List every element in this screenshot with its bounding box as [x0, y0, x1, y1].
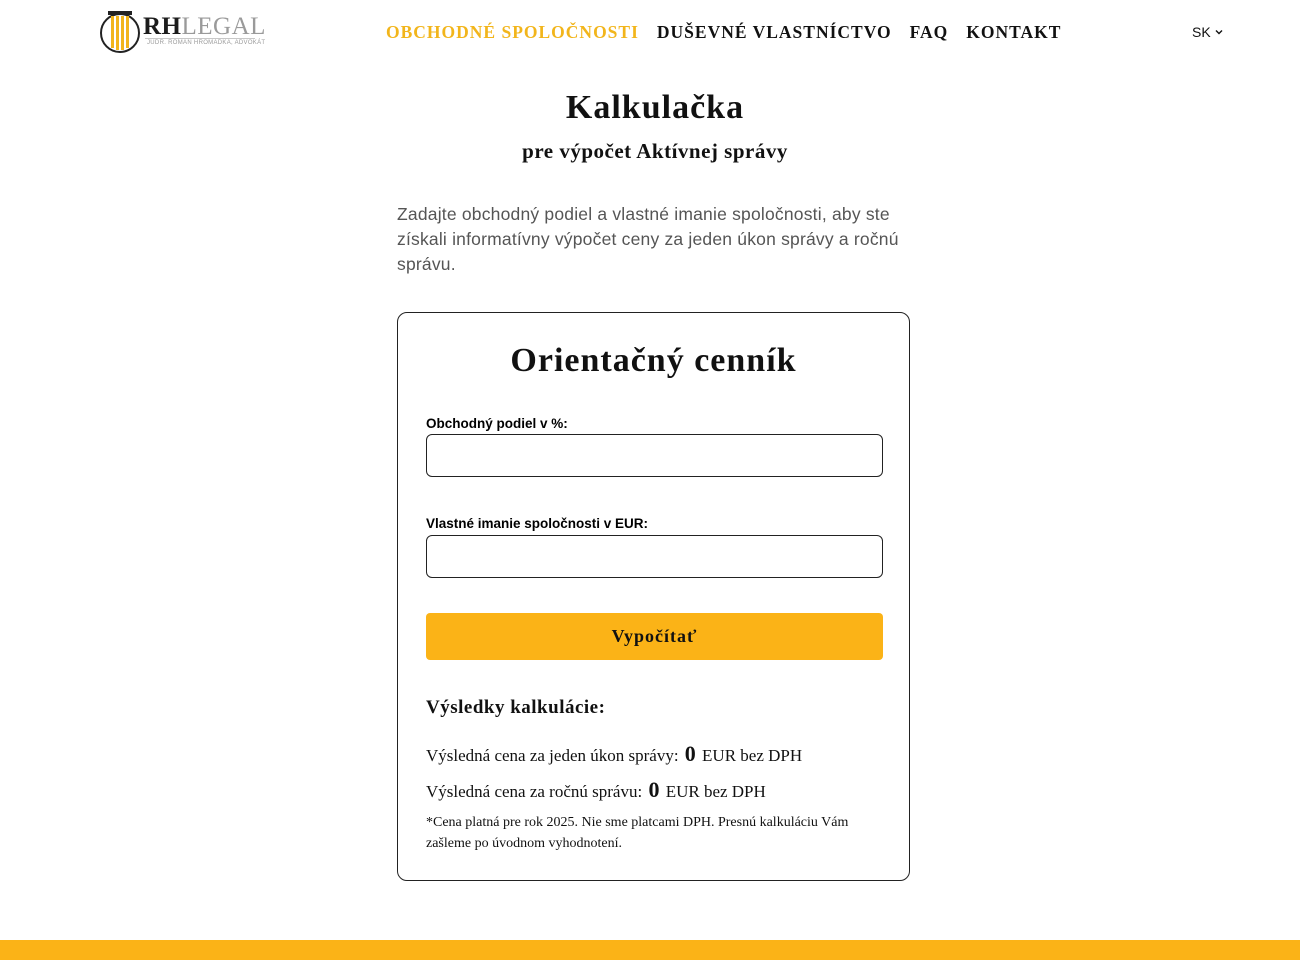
main-nav: OBCHODNÉ SPOLOČNOSTI DUŠEVNÉ VLASTNÍCTVO… [386, 21, 1061, 43]
page-subtitle: pre výpočet Aktívnej správy [522, 139, 788, 163]
share-label: Obchodný podiel v %: [426, 416, 568, 431]
single-action-value: 0 [684, 741, 696, 766]
logo-brand-light: LEGAL [181, 13, 266, 40]
calculator-title: Orientačný cenník [510, 342, 797, 379]
language-switcher[interactable]: SK [1192, 24, 1223, 40]
nav-item-dusevne-vlastnictvo[interactable]: DUŠEVNÉ VLASTNÍCTVO [657, 21, 892, 43]
nav-item-kontakt[interactable]: KONTAKT [966, 21, 1061, 43]
nav-item-faq[interactable]: FAQ [910, 21, 949, 43]
annual-value: 0 [648, 777, 660, 802]
logo-wordmark: RHLEGAL [143, 14, 266, 40]
results-title: Výsledky kalkulácie: [426, 697, 606, 718]
page-title: Kalkulačka [565, 89, 745, 126]
pillar-logo-icon [100, 11, 140, 53]
nav-item-obchodne-spolocnosti[interactable]: OBCHODNÉ SPOLOČNOSTI [386, 21, 639, 43]
equity-label: Vlastné imanie spoločnosti v EUR: [426, 516, 649, 531]
single-action-suffix: EUR bez DPH [702, 746, 803, 765]
logo-divider [145, 38, 255, 39]
logo-brand-bold: RH [143, 13, 182, 40]
single-action-prefix: Výsledná cena za jeden úkon správy: [426, 746, 679, 765]
logo-tagline: JUDR. ROMAN HROMADKA, ADVOKÁT [147, 40, 266, 46]
rhlegal-logo[interactable]: RHLEGAL JUDR. ROMAN HROMADKA, ADVOKÁT [99, 8, 265, 54]
annual-suffix: EUR bez DPH [665, 782, 766, 801]
site-header: RHLEGAL JUDR. ROMAN HROMADKA, ADVOKÁT OB… [0, 0, 1300, 64]
footer-bar [0, 940, 1300, 960]
equity-input[interactable] [426, 535, 883, 578]
intro-text: Zadajte obchodný podiel a vlastné imanie… [397, 204, 899, 274]
annual-result: Výsledná cena za ročnú správu: 0 EUR bez… [426, 777, 766, 803]
single-action-result: Výsledná cena za jeden úkon správy: 0 EU… [426, 741, 802, 767]
calculator-card: Orientačný cenník Obchodný podiel v %: V… [397, 312, 910, 881]
calculate-button[interactable]: Vypočítať [426, 613, 883, 660]
annual-prefix: Výsledná cena za ročnú správu: [426, 782, 643, 801]
share-input[interactable] [426, 434, 883, 477]
chevron-down-icon [1215, 30, 1223, 35]
language-label: SK [1192, 24, 1211, 40]
price-note: *Cena platná pre rok 2025. Nie sme platc… [426, 815, 849, 851]
